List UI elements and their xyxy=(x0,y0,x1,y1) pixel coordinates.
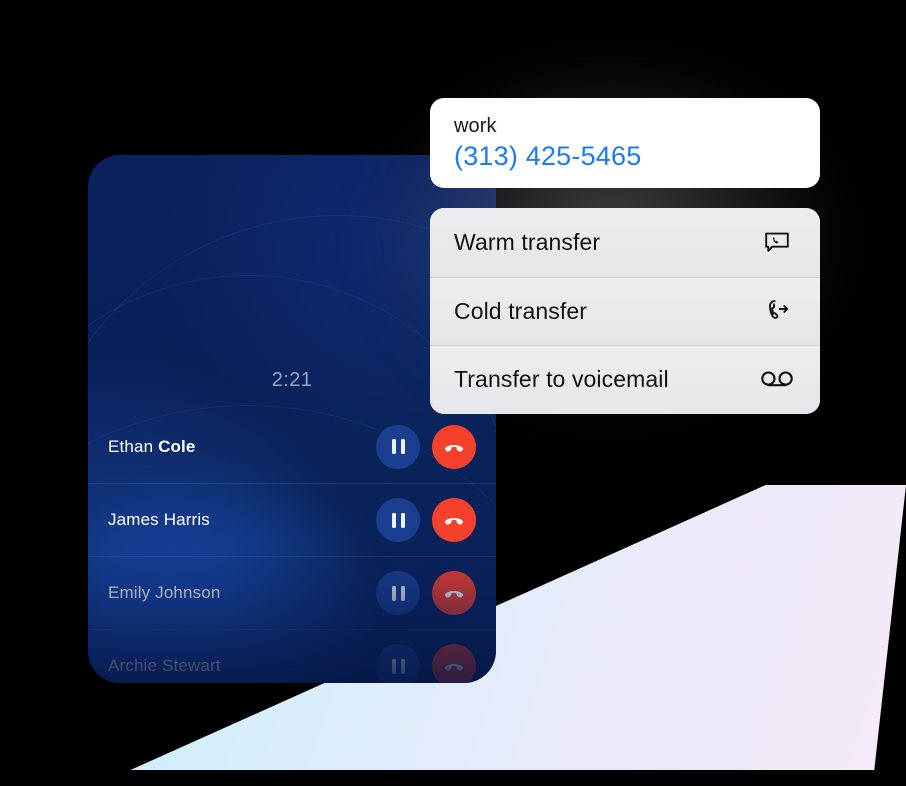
call-list-item[interactable]: Emily Johnson xyxy=(88,556,496,629)
phone-in-speech-bubble-icon xyxy=(760,225,794,259)
phone-number[interactable]: (313) 425-5465 xyxy=(454,141,796,172)
menu-item-label: Cold transfer xyxy=(454,297,587,324)
caller-name: James Harris xyxy=(108,510,210,529)
call-list-item[interactable]: Archie Stewart xyxy=(88,629,496,683)
menu-item-transfer-to-voicemail[interactable]: Transfer to voicemail xyxy=(430,345,820,414)
menu-item-label: Transfer to voicemail xyxy=(454,366,669,393)
row-actions xyxy=(376,571,496,615)
caller-name: Ethan Cole xyxy=(108,436,196,456)
row-actions xyxy=(376,644,496,683)
menu-item-cold-transfer[interactable]: Cold transfer xyxy=(430,276,820,346)
row-actions xyxy=(376,498,496,542)
phone-with-arrow-icon xyxy=(760,294,794,328)
caller-name: Archie Stewart xyxy=(108,656,221,675)
screenshot-stage: 2:21 Ethan Cole James Harris Emily Johns… xyxy=(0,0,906,786)
hangup-call-button[interactable] xyxy=(432,644,476,683)
hangup-call-button[interactable] xyxy=(432,571,476,615)
call-list-item[interactable]: James Harris xyxy=(88,483,496,556)
hangup-phone-icon xyxy=(444,664,464,671)
hangup-call-button[interactable] xyxy=(432,498,476,542)
hangup-phone-icon xyxy=(444,518,464,525)
number-label: work xyxy=(454,115,497,137)
contact-number-card: work (313) 425-5465 xyxy=(430,98,820,188)
menu-item-warm-transfer[interactable]: Warm transfer xyxy=(430,208,820,277)
caller-name: Emily Johnson xyxy=(108,583,221,602)
transfer-context-menu: Warm transfer Cold transfer Transfer to … xyxy=(430,208,820,414)
pause-icon xyxy=(391,658,405,674)
pause-call-button[interactable] xyxy=(376,644,420,683)
pause-icon xyxy=(391,512,405,528)
hangup-phone-icon xyxy=(444,591,464,598)
pause-call-button[interactable] xyxy=(376,571,420,615)
voicemail-icon xyxy=(760,363,794,397)
menu-item-label: Warm transfer xyxy=(454,228,601,255)
pause-icon xyxy=(391,585,405,601)
pause-call-button[interactable] xyxy=(376,498,420,542)
